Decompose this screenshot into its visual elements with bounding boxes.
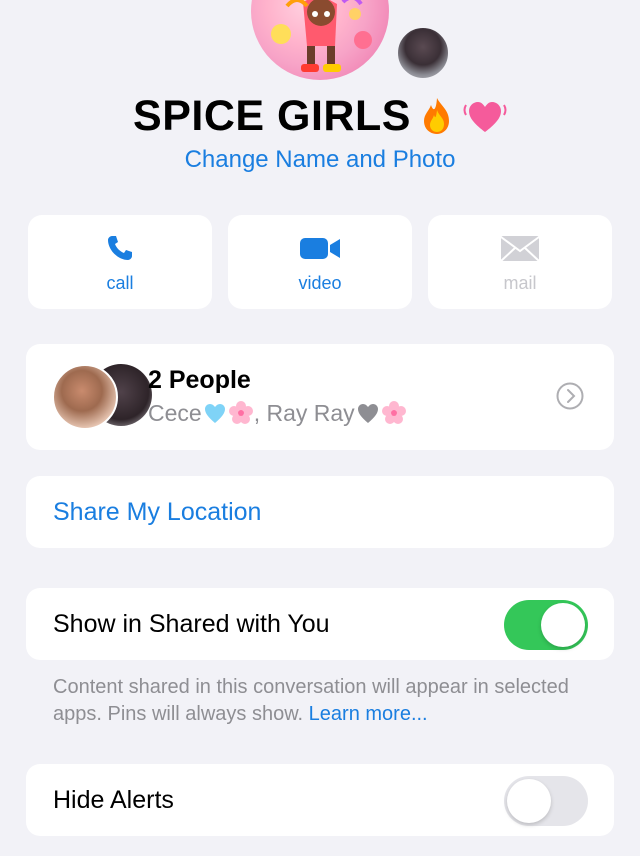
call-button[interactable]: call: [28, 215, 212, 309]
hide-alerts-label: Hide Alerts: [53, 786, 174, 814]
video-camera-icon: [228, 233, 412, 263]
shared-with-you-footnote: Content shared in this conversation will…: [53, 674, 613, 728]
shared-with-you-row: Show in Shared with You: [26, 588, 614, 660]
envelope-icon: [428, 233, 612, 263]
share-location-row[interactable]: Share My Location: [26, 476, 614, 548]
shared-with-you-label: Show in Shared with You: [53, 610, 330, 638]
learn-more-link[interactable]: Learn more...: [309, 703, 428, 725]
share-location-label: Share My Location: [53, 498, 262, 526]
light-blue-heart-emoji-icon: [202, 400, 228, 426]
phone-icon: [28, 233, 212, 263]
chevron-right-icon[interactable]: [556, 382, 584, 410]
title-row: SPICE GIRLS: [0, 88, 640, 144]
toggle-knob: [507, 779, 551, 823]
change-name-photo-link[interactable]: Change Name and Photo: [0, 146, 640, 174]
fire-emoji-icon: [415, 94, 459, 138]
action-buttons: call video mail: [28, 215, 612, 309]
member-avatar-cece: [52, 364, 118, 430]
group-photo[interactable]: [251, 0, 389, 80]
group-name: SPICE GIRLS: [133, 91, 411, 140]
shared-with-you-toggle[interactable]: [504, 600, 588, 650]
mail-button[interactable]: mail: [428, 215, 612, 309]
toggle-knob: [541, 603, 585, 647]
names-separator: ,: [253, 400, 267, 426]
people-count: 2 People: [148, 366, 251, 394]
pink-heart-emoji-icon: [463, 94, 507, 138]
people-names: Cece, Ray Ray: [148, 400, 407, 427]
call-label: call: [106, 273, 134, 293]
member-avatar: [396, 26, 450, 80]
hide-alerts-toggle[interactable]: [504, 776, 588, 826]
member-name-ray-ray: Ray Ray: [266, 400, 355, 426]
cherry-blossom-emoji-icon: [228, 400, 254, 426]
hide-alerts-row: Hide Alerts: [26, 764, 614, 836]
people-row[interactable]: 2 People Cece, Ray Ray: [26, 344, 614, 450]
mail-label: mail: [503, 273, 537, 293]
member-name-cece: Cece: [148, 400, 202, 426]
cherry-blossom-emoji-icon: [381, 400, 407, 426]
video-label: video: [298, 273, 342, 293]
video-button[interactable]: video: [228, 215, 412, 309]
grey-heart-emoji-icon: [355, 400, 381, 426]
